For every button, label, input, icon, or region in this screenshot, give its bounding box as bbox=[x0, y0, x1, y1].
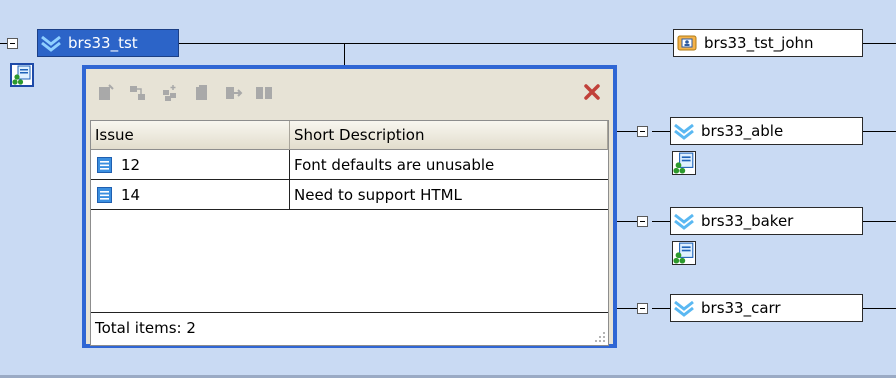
issues-bundle-icon[interactable] bbox=[672, 151, 696, 175]
stream-node-root[interactable]: brs33_tst bbox=[37, 29, 179, 57]
promote-icon[interactable] bbox=[225, 84, 243, 102]
workspace-icon bbox=[677, 35, 697, 51]
stream-icon bbox=[674, 123, 694, 140]
connector-line bbox=[0, 43, 7, 44]
connector-line bbox=[863, 221, 896, 222]
connector-line bbox=[863, 131, 896, 132]
stream-icon bbox=[41, 35, 61, 52]
table-row[interactable]: 12 Font defaults are unusable bbox=[91, 150, 608, 180]
stream-icon bbox=[674, 213, 694, 230]
collapse-toggle[interactable] bbox=[637, 126, 648, 137]
popup-toolbar bbox=[86, 69, 613, 115]
issue-cell: 14 bbox=[91, 180, 290, 210]
stream-node-carr[interactable]: brs33_carr bbox=[670, 294, 863, 322]
workspace-node[interactable]: brs33_tst_john bbox=[673, 29, 863, 57]
issue-number: 12 bbox=[121, 156, 141, 174]
issues-bundle-icon[interactable] bbox=[10, 63, 34, 87]
stream-icon bbox=[674, 300, 694, 317]
connector-line bbox=[652, 308, 670, 309]
connector-line bbox=[617, 308, 637, 309]
connector-line bbox=[652, 131, 670, 132]
stream-label: brs33_tst bbox=[68, 34, 138, 52]
edit-icon[interactable] bbox=[193, 84, 211, 102]
collapse-toggle[interactable] bbox=[7, 38, 18, 49]
connector-line bbox=[617, 131, 637, 132]
add-issues-icon[interactable] bbox=[161, 84, 179, 102]
collapse-toggle[interactable] bbox=[637, 303, 648, 314]
stream-diagram-canvas[interactable]: brs33_tst brs33_tst_john brs33_able brs3… bbox=[0, 0, 896, 378]
description-cell: Need to support HTML bbox=[294, 186, 462, 204]
stream-label: brs33_able bbox=[701, 122, 784, 140]
stream-label: brs33_carr bbox=[701, 299, 781, 317]
stream-node-baker[interactable]: brs33_baker bbox=[670, 207, 863, 235]
move-icon[interactable] bbox=[129, 84, 147, 102]
issues-bundle-icon[interactable] bbox=[672, 241, 696, 265]
workspace-label: brs33_tst_john bbox=[704, 34, 814, 52]
connector-line bbox=[179, 43, 673, 44]
column-header-issue[interactable]: Issue bbox=[91, 121, 290, 150]
issue-document-icon bbox=[97, 157, 112, 173]
connector-line bbox=[863, 43, 896, 44]
connector-line bbox=[863, 308, 896, 309]
connector-line bbox=[344, 43, 345, 65]
description-cell: Font defaults are unusable bbox=[294, 156, 495, 174]
connector-line bbox=[617, 221, 637, 222]
collapse-toggle[interactable] bbox=[637, 216, 648, 227]
stream-label: brs33_baker bbox=[701, 212, 794, 230]
status-text: Total items: 2 bbox=[95, 319, 196, 337]
table-row[interactable]: 14 Need to support HTML bbox=[91, 180, 608, 210]
total-items-status: Total items: 2 bbox=[91, 312, 608, 345]
close-icon[interactable] bbox=[583, 83, 601, 101]
issue-document-icon bbox=[97, 187, 112, 203]
issue-cell: 12 bbox=[91, 150, 290, 180]
stream-node-able[interactable]: brs33_able bbox=[670, 117, 863, 145]
resize-grip-icon[interactable] bbox=[594, 331, 606, 343]
issues-table: Issue Short Description 12 Font defaults… bbox=[90, 120, 609, 346]
issues-popup[interactable]: Issue Short Description 12 Font defaults… bbox=[82, 65, 617, 348]
issue-number: 14 bbox=[121, 186, 141, 204]
split-icon[interactable] bbox=[255, 84, 273, 102]
new-issue-icon[interactable] bbox=[97, 84, 115, 102]
column-header-short-description[interactable]: Short Description bbox=[290, 121, 608, 150]
connector-line bbox=[652, 221, 670, 222]
